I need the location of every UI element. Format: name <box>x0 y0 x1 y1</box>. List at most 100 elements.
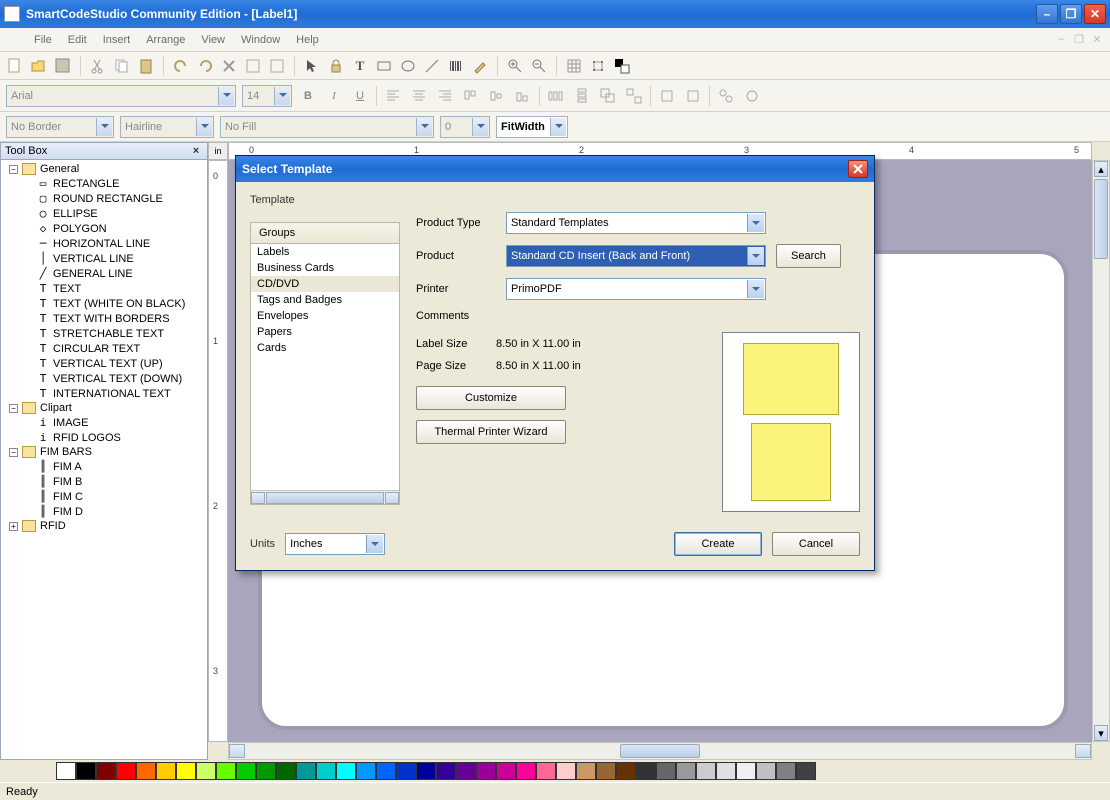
color-swatch[interactable] <box>176 762 196 780</box>
scroll-right-icon[interactable] <box>385 492 399 504</box>
color-swatch[interactable] <box>116 762 136 780</box>
color-swatch[interactable] <box>76 762 96 780</box>
tree-folder-general[interactable]: General <box>40 163 79 175</box>
tree-item[interactable]: TSTRETCHABLE TEXT <box>1 326 207 341</box>
tree-item[interactable]: TTEXT <box>1 281 207 296</box>
underline-button[interactable]: U <box>350 86 370 106</box>
color-swatch[interactable] <box>376 762 396 780</box>
font-size-combo[interactable]: 14 <box>242 85 292 107</box>
fill-combo[interactable]: No Fill <box>220 116 434 138</box>
menu-view[interactable]: View <box>193 31 233 49</box>
color-swatch[interactable] <box>476 762 496 780</box>
zoom-combo[interactable]: FitWidth <box>496 116 568 138</box>
color-swatch[interactable] <box>596 762 616 780</box>
align-bottom-icon[interactable] <box>513 86 533 106</box>
color-swatch[interactable] <box>676 762 696 780</box>
tree-item[interactable]: ─HORIZONTAL LINE <box>1 236 207 251</box>
color-swatch[interactable] <box>296 762 316 780</box>
cut-icon[interactable] <box>89 57 107 75</box>
tree-item[interactable]: iRFID LOGOS <box>1 430 207 445</box>
text-icon[interactable]: T <box>351 57 369 75</box>
collapse-icon[interactable]: − <box>9 165 18 174</box>
zoomout-icon[interactable] <box>530 57 548 75</box>
group-icon[interactable] <box>598 86 618 106</box>
tree-item[interactable]: TVERTICAL TEXT (DOWN) <box>1 371 207 386</box>
scroll-thumb[interactable] <box>620 744 700 758</box>
color-swatch[interactable] <box>96 762 116 780</box>
undo-icon[interactable] <box>172 57 190 75</box>
color-swatch[interactable] <box>796 762 816 780</box>
tree-item[interactable]: ◇POLYGON <box>1 221 207 236</box>
border-width-combo[interactable]: Hairline <box>120 116 214 138</box>
italic-button[interactable]: I <box>324 86 344 106</box>
tree-item[interactable]: ◯ELLIPSE <box>1 206 207 221</box>
tree-folder-clipart[interactable]: Clipart <box>40 402 72 414</box>
tree-folder-rfid[interactable]: RFID <box>40 520 66 532</box>
groups-scrollbar[interactable] <box>251 490 399 504</box>
color-swatch[interactable] <box>516 762 536 780</box>
arrange-icon[interactable] <box>683 86 703 106</box>
tree-item[interactable]: iIMAGE <box>1 415 207 430</box>
vertical-scrollbar[interactable]: ▴ ▾ <box>1092 160 1110 742</box>
bold-button[interactable]: B <box>298 86 318 106</box>
align-top-icon[interactable] <box>461 86 481 106</box>
create-button[interactable]: Create <box>674 532 762 556</box>
zoomin-icon[interactable] <box>506 57 524 75</box>
fill-pct-combo[interactable]: 0 <box>440 116 490 138</box>
group-item[interactable]: Cards <box>251 340 399 356</box>
tree-item[interactable]: ║FIM C <box>1 489 207 504</box>
align-center-icon[interactable] <box>409 86 429 106</box>
color-swatch[interactable] <box>776 762 796 780</box>
color-swatch[interactable] <box>656 762 676 780</box>
open-icon[interactable] <box>30 57 48 75</box>
scroll-up-icon[interactable]: ▴ <box>1094 161 1108 177</box>
collapse-icon[interactable]: − <box>9 404 18 413</box>
tree-item[interactable]: ▢ROUND RECTANGLE <box>1 191 207 206</box>
lock-icon[interactable] <box>327 57 345 75</box>
color-swatch[interactable] <box>356 762 376 780</box>
font-name-combo[interactable]: Arial <box>6 85 236 107</box>
tree-folder-fimbars[interactable]: FIM BARS <box>40 446 92 458</box>
cancel-button[interactable]: Cancel <box>772 532 860 556</box>
color-swatch[interactable] <box>436 762 456 780</box>
customize-button[interactable]: Customize <box>416 386 566 410</box>
save-icon[interactable] <box>54 57 72 75</box>
scroll-right-icon[interactable] <box>1075 744 1091 758</box>
groups-list[interactable]: LabelsBusiness CardsCD/DVDTags and Badge… <box>251 244 399 490</box>
maximize-button[interactable]: ❐ <box>1060 4 1082 24</box>
tree-item[interactable]: │VERTICAL LINE <box>1 251 207 266</box>
color-swatch[interactable] <box>636 762 656 780</box>
rect-icon[interactable] <box>375 57 393 75</box>
group-item[interactable]: Tags and Badges <box>251 292 399 308</box>
align-left-icon[interactable] <box>383 86 403 106</box>
units-combo[interactable]: Inches <box>285 533 385 555</box>
color-swatch[interactable] <box>256 762 276 780</box>
tool-icon[interactable] <box>268 57 286 75</box>
close-icon[interactable] <box>848 160 868 178</box>
menu-help[interactable]: Help <box>288 31 327 49</box>
product-combo[interactable]: Standard CD Insert (Back and Front) <box>506 245 766 267</box>
tree-item[interactable]: TINTERNATIONAL TEXT <box>1 386 207 401</box>
arrange-icon[interactable] <box>716 86 736 106</box>
color-swatch[interactable] <box>416 762 436 780</box>
color-swatch[interactable] <box>556 762 576 780</box>
color-swatch[interactable] <box>236 762 256 780</box>
color-swatch[interactable] <box>756 762 776 780</box>
snap-icon[interactable] <box>589 57 607 75</box>
horizontal-scrollbar[interactable] <box>228 742 1092 760</box>
delete-icon[interactable] <box>220 57 238 75</box>
close-icon[interactable]: × <box>189 145 203 157</box>
color-swatch[interactable] <box>156 762 176 780</box>
color-swatch[interactable] <box>536 762 556 780</box>
dialog-titlebar[interactable]: Select Template <box>236 156 874 182</box>
group-item[interactable]: Envelopes <box>251 308 399 324</box>
menu-insert[interactable]: Insert <box>95 31 139 49</box>
brush-icon[interactable] <box>471 57 489 75</box>
ungroup-icon[interactable] <box>624 86 644 106</box>
align-middle-icon[interactable] <box>487 86 507 106</box>
grid-icon[interactable] <box>565 57 583 75</box>
scroll-thumb[interactable] <box>266 492 384 504</box>
menu-window[interactable]: Window <box>233 31 288 49</box>
thermal-wizard-button[interactable]: Thermal Printer Wizard <box>416 420 566 444</box>
group-item[interactable]: Business Cards <box>251 260 399 276</box>
